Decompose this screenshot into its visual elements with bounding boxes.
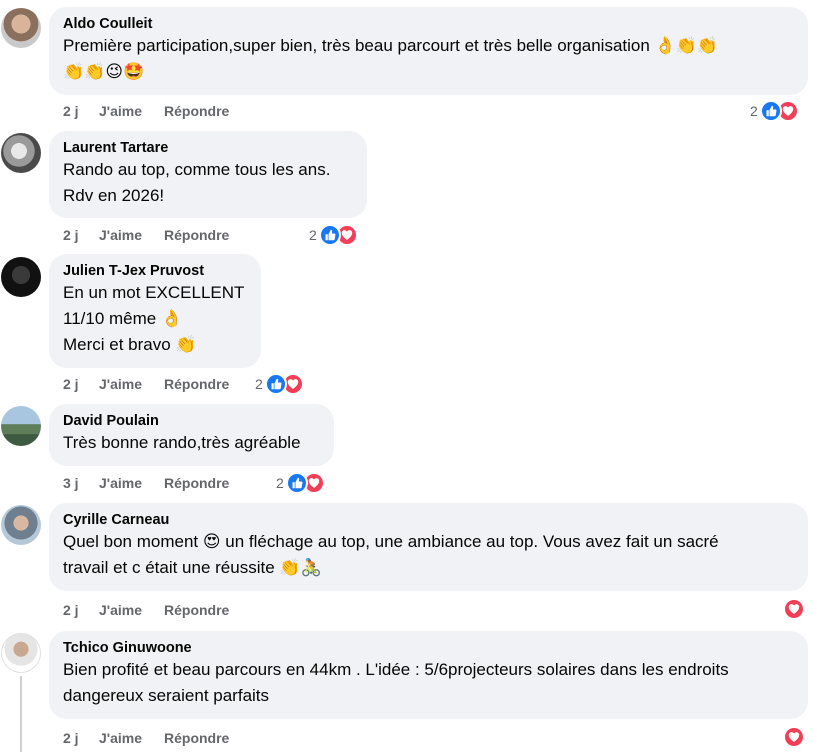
comment-actions: 2 j J'aime Répondre <box>63 601 229 619</box>
like-icon <box>759 100 782 122</box>
reply-button[interactable]: Répondre <box>164 729 229 747</box>
comment-age[interactable]: 2 j <box>63 226 99 244</box>
reaction-count: 2 <box>750 103 758 119</box>
comment-author[interactable]: Tchico Ginuwoone <box>63 639 794 657</box>
avatar[interactable] <box>1 257 41 297</box>
comment-author[interactable]: Aldo Coulleit <box>63 15 794 33</box>
like-button[interactable]: J'aime <box>99 102 164 120</box>
reaction-summary[interactable] <box>783 597 805 621</box>
comment-bubble: Cyrille Carneau Quel bon moment 😍 un flé… <box>49 503 808 591</box>
reply-button[interactable]: Répondre <box>164 226 229 244</box>
like-button[interactable]: J'aime <box>99 601 164 619</box>
comment-actions: 3 j J'aime Répondre <box>63 474 229 492</box>
comment-age[interactable]: 2 j <box>63 601 99 619</box>
comment-text-line: dangereux seraient parfaits <box>63 686 270 705</box>
avatar[interactable] <box>1 133 41 173</box>
comment-actions: 2 j J'aime Répondre <box>63 375 229 393</box>
avatar[interactable] <box>1 505 41 545</box>
comment-text-line: Rando au top, comme tous les ans. <box>63 160 331 179</box>
comment-author[interactable]: Cyrille Carneau <box>63 511 794 529</box>
comment-text-line: 👏👏😉🤩 <box>63 62 145 81</box>
like-icon <box>264 373 287 395</box>
reply-button[interactable]: Répondre <box>164 601 229 619</box>
avatar[interactable] <box>1 406 41 446</box>
comment-bubble: Aldo Coulleit Première participation,sup… <box>49 7 808 95</box>
comment-text-line: Rdv en 2026! <box>63 186 165 205</box>
comment-age[interactable]: 2 j <box>63 102 99 120</box>
like-button[interactable]: J'aime <box>99 729 164 747</box>
reply-button[interactable]: Répondre <box>164 375 229 393</box>
comment-age[interactable]: 2 j <box>63 729 99 747</box>
love-icon <box>783 726 805 748</box>
like-icon <box>318 224 341 246</box>
comment-text-line: Merci et bravo 👏 <box>63 335 197 354</box>
comment-bubble: David Poulain Très bonne rando,très agré… <box>49 404 334 466</box>
reply-button[interactable]: Répondre <box>164 102 229 120</box>
comment-text-line: Première participation,super bien, très … <box>63 36 719 55</box>
comment-text-line: Très bonne rando,très agréable <box>63 433 301 452</box>
comment-text-line: travail et c était une réussite 👏🚴 <box>63 558 322 577</box>
comment-actions: 2 j J'aime Répondre <box>63 729 229 747</box>
love-icon <box>783 598 805 620</box>
reply-button[interactable]: Répondre <box>164 474 229 492</box>
like-button[interactable]: J'aime <box>99 226 164 244</box>
reaction-count: 2 <box>309 227 317 243</box>
comment-actions: 2 j J'aime Répondre <box>63 102 229 120</box>
like-button[interactable]: J'aime <box>99 375 164 393</box>
like-icon <box>285 472 308 494</box>
comment-text-line: 11/10 même 👌 <box>63 309 183 328</box>
comment-bubble: Tchico Ginuwoone Bien profité et beau pa… <box>49 631 808 719</box>
comment-age[interactable]: 3 j <box>63 474 99 492</box>
comment-age[interactable]: 2 j <box>63 375 99 393</box>
avatar[interactable] <box>1 633 41 673</box>
reaction-count: 2 <box>276 475 284 491</box>
avatar[interactable] <box>1 8 41 48</box>
comment-bubble: Julien T-Jex Pruvost En un mot EXCELLENT… <box>49 254 261 368</box>
comment-bubble: Laurent Tartare Rando au top, comme tous… <box>49 131 367 218</box>
comment-text-line: En un mot EXCELLENT <box>63 283 245 302</box>
reaction-summary[interactable]: 2 <box>309 223 358 247</box>
comment-actions: 2 j J'aime Répondre <box>63 226 229 244</box>
reaction-summary[interactable] <box>783 725 805 749</box>
comment-text-line: Bien profité et beau parcours en 44km . … <box>63 660 729 679</box>
reaction-count: 2 <box>255 376 263 392</box>
reaction-summary[interactable]: 2 <box>255 372 304 396</box>
comment-author[interactable]: Julien T-Jex Pruvost <box>63 262 247 280</box>
comment-text-line: Quel bon moment 😍 un fléchage au top, un… <box>63 532 719 551</box>
comment-author[interactable]: David Poulain <box>63 412 320 430</box>
like-button[interactable]: J'aime <box>99 474 164 492</box>
comment-author[interactable]: Laurent Tartare <box>63 139 353 157</box>
thread-line <box>20 676 22 752</box>
reaction-summary[interactable]: 2 <box>276 471 325 495</box>
reaction-summary[interactable]: 2 <box>750 99 799 123</box>
